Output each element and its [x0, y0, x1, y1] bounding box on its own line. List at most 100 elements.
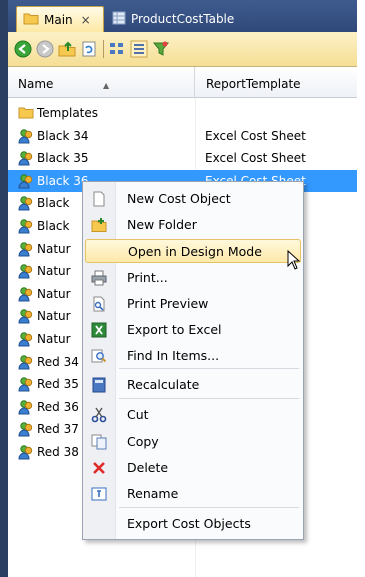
list-item-name: Natur: [18, 238, 71, 260]
menu-item-label: Open in Design Mode: [128, 244, 262, 259]
menu-item-label: Rename: [127, 486, 179, 501]
cost-object-icon: [18, 150, 34, 166]
column-header-name-label: Name: [18, 77, 54, 91]
menu-item-label: Copy: [127, 434, 159, 449]
tab-main[interactable]: Main ×: [16, 6, 104, 32]
cost-object-icon: [18, 331, 34, 347]
print-preview-icon: [91, 296, 107, 312]
list-item-name-label: Red 35: [37, 377, 79, 392]
menu-item-label: Export Cost Objects: [127, 516, 251, 531]
close-icon[interactable]: ×: [81, 13, 91, 27]
table-icon: [112, 11, 126, 28]
toolbar: [8, 32, 357, 67]
list-item-name-label: Red 38: [37, 445, 79, 459]
cost-object-icon: [18, 195, 34, 211]
menu-item-label: Delete: [127, 460, 169, 475]
list-item-name-label: Red 34: [37, 354, 79, 369]
list-item-name-label: Red 36: [37, 399, 79, 414]
list-item-name: Black: [18, 192, 69, 214]
tab-bar: Main × ProductCostTable: [8, 0, 357, 32]
cost-object-icon: [18, 241, 34, 257]
list-item-name-label: Natur: [37, 309, 71, 324]
printer-icon: [91, 270, 107, 286]
menu-separator: [119, 398, 299, 399]
menu-item-export-cost-objects[interactable]: Export Cost Objects: [85, 512, 301, 536]
menu-item-copy[interactable]: Copy: [85, 430, 301, 454]
new-folder-icon: [91, 217, 107, 233]
cost-object-icon: [18, 128, 34, 144]
column-header-report-template[interactable]: ReportTemplate: [196, 67, 357, 97]
list-item[interactable]: Black 34 Excel Cost Sheet: [8, 125, 357, 147]
calculator-icon: [91, 377, 107, 393]
cost-object-icon: [18, 399, 34, 415]
menu-item-label: New Cost Object: [127, 191, 231, 206]
delete-x-icon: [91, 460, 107, 476]
list-item-name: Red 35: [18, 373, 79, 395]
menu-item-export-to-excel[interactable]: Export to Excel: [85, 318, 301, 342]
back-icon[interactable]: [14, 40, 32, 58]
large-icons-view-icon[interactable]: [108, 40, 126, 58]
list-item-name-label: Natur: [37, 264, 71, 279]
menu-separator: [119, 368, 299, 369]
column-header: Name ▲ ReportTemplate: [8, 67, 357, 98]
menu-item-find-in-items[interactable]: Find In Items...: [85, 344, 301, 368]
menu-item-print-preview[interactable]: Print Preview: [85, 292, 301, 316]
menu-item-label: Find In Items...: [127, 348, 220, 363]
list-item-name-label: Black: [37, 219, 70, 233]
forward-icon[interactable]: [36, 40, 54, 58]
list-item-name: Natur: [18, 305, 71, 327]
menu-item-recalculate[interactable]: Recalculate: [85, 373, 301, 397]
list-item[interactable]: Templates: [8, 102, 357, 124]
cost-object-icon: [18, 354, 34, 370]
list-item-name-label: Black 36: [37, 173, 89, 188]
cost-object-icon: [18, 218, 34, 234]
up-folder-icon[interactable]: [58, 40, 76, 58]
cost-object-icon: [18, 308, 34, 324]
toolbar-separator: [103, 40, 104, 58]
list-item-name: Black 36: [18, 170, 89, 192]
filter-icon[interactable]: [152, 40, 170, 58]
list-item-name: Red 38: [18, 441, 79, 463]
menu-item-new-folder[interactable]: New Folder: [85, 213, 301, 237]
list-item-name: Templates: [18, 102, 98, 124]
menu-item-label: Recalculate: [127, 377, 200, 392]
folder-icon: [18, 105, 34, 121]
menu-item-delete[interactable]: Delete: [85, 456, 301, 480]
menu-item-rename[interactable]: Rename: [85, 482, 301, 506]
window-frame-right: [357, 0, 365, 577]
column-header-name[interactable]: Name ▲: [8, 67, 195, 97]
list-item-report-template: Excel Cost Sheet: [205, 151, 306, 166]
refresh-icon[interactable]: [80, 40, 98, 58]
list-item-name-label: Black 34: [37, 128, 89, 143]
folder-icon: [23, 11, 39, 28]
details-view-icon[interactable]: [130, 40, 148, 58]
list-item-name-label: Red 37: [37, 422, 79, 437]
list-item-name: Black 35: [18, 147, 89, 169]
menu-item-label: Print Preview: [127, 296, 209, 311]
list-item-name: Black: [18, 215, 69, 237]
mouse-cursor-icon: [287, 249, 301, 273]
rename-icon: [91, 486, 107, 502]
cost-object-icon: [18, 173, 34, 189]
menu-item-print[interactable]: Print...: [85, 266, 301, 290]
find-icon: [91, 348, 107, 364]
menu-item-label: Export to Excel: [127, 322, 222, 337]
list-item-name: Natur: [18, 328, 71, 350]
list-item-name-label: Templates: [37, 106, 99, 120]
list-item-name-label: Black 35: [37, 151, 89, 166]
new-document-icon: [91, 191, 107, 207]
menu-item-label: Print...: [127, 270, 168, 285]
cost-object-icon: [18, 376, 34, 392]
cost-object-icon: [18, 263, 34, 279]
menu-item-new-cost-object[interactable]: New Cost Object: [85, 187, 301, 211]
context-menu: New Cost Object New Folder Open in Design …: [82, 181, 304, 540]
menu-item-open-in-design-mode[interactable]: Open in Design Mode: [85, 239, 301, 263]
tab-product-cost-table-label: ProductCostTable: [131, 12, 235, 26]
tab-product-cost-table[interactable]: ProductCostTable: [106, 6, 316, 32]
list-item[interactable]: Black 35 Excel Cost Sheet: [8, 147, 357, 169]
list-item-name: Natur: [18, 260, 71, 282]
list-item-name-label: Black: [37, 196, 70, 211]
window-frame-left: [0, 0, 8, 577]
menu-item-cut[interactable]: Cut: [85, 403, 301, 427]
cost-object-icon: [18, 286, 34, 302]
